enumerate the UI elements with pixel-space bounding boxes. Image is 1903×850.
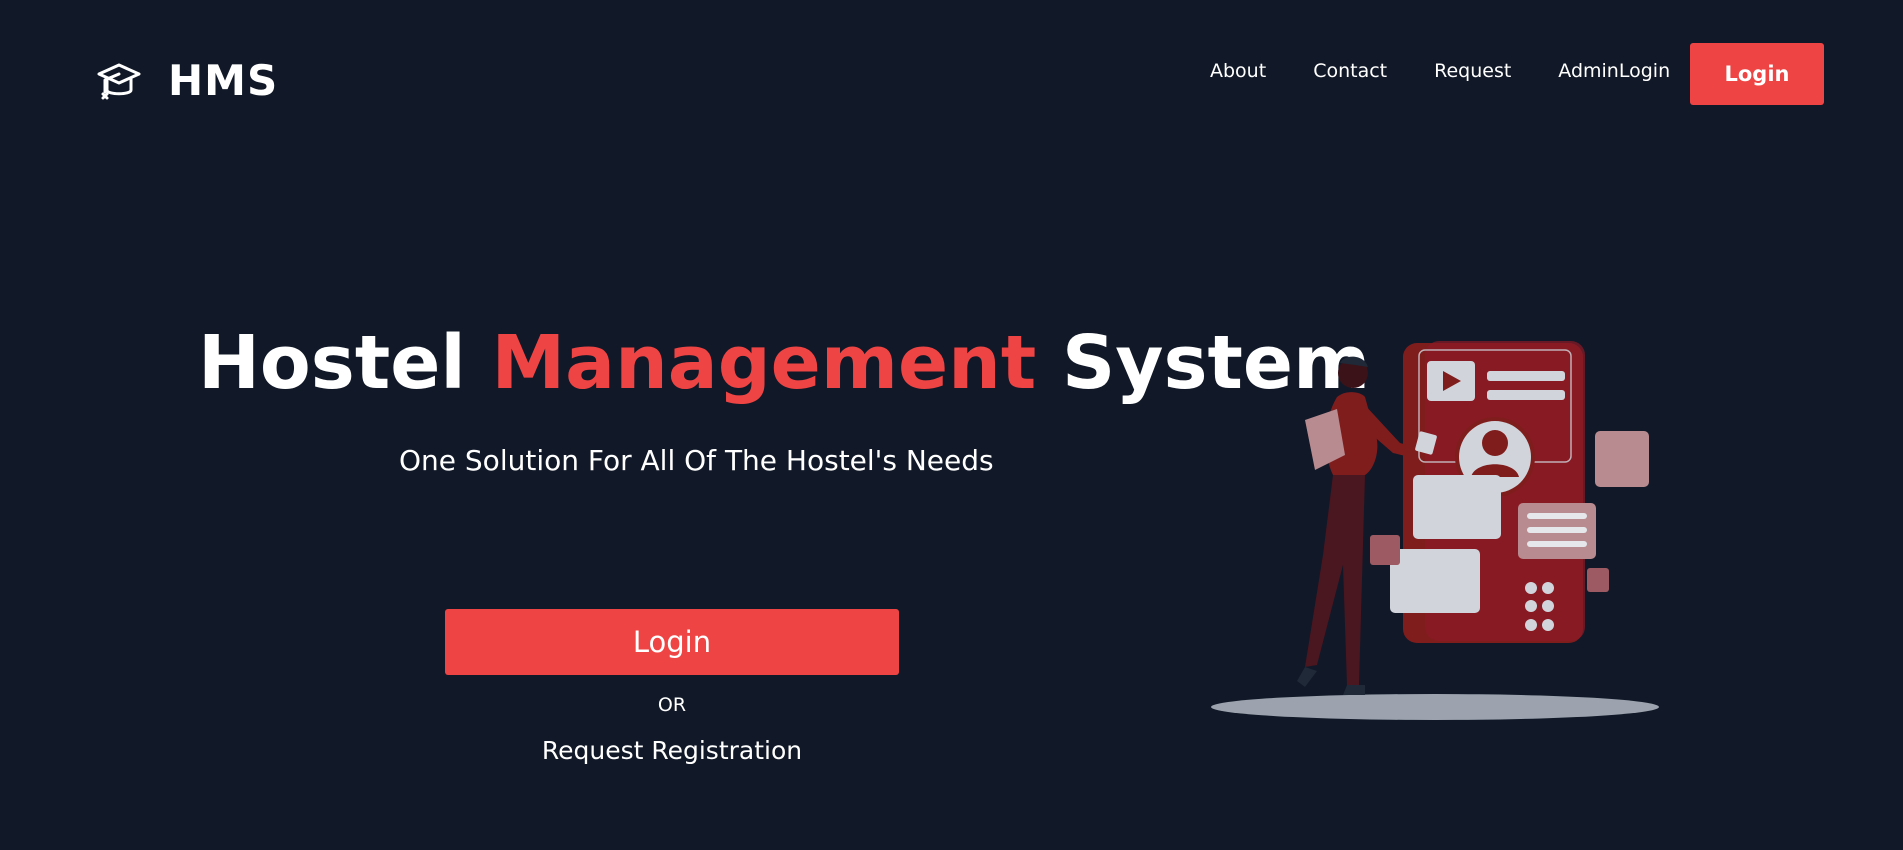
hero-login-button[interactable]: Login	[445, 609, 899, 675]
hero-title-part1: Hostel	[198, 320, 492, 406]
hero-subtitle: One Solution For All Of The Hostel's Nee…	[399, 444, 994, 477]
brand[interactable]: HMS	[96, 56, 278, 105]
nav-link-request[interactable]: Request	[1434, 60, 1511, 82]
nav-link-admin-login[interactable]: AdminLogin	[1558, 60, 1670, 82]
request-registration-link[interactable]: Request Registration	[445, 736, 899, 765]
nav-link-about[interactable]: About	[1210, 60, 1266, 82]
brand-name: HMS	[168, 56, 279, 105]
nav-link-contact[interactable]: Contact	[1313, 60, 1387, 82]
hero-title-accent: Management	[491, 320, 1037, 406]
graduation-cap-icon	[96, 58, 142, 104]
hero-illustration	[1205, 335, 1665, 730]
nav-links: About Contact Request AdminLogin	[1210, 60, 1717, 82]
hero-title: Hostel Management System	[198, 320, 1370, 406]
navbar: HMS About Contact Request AdminLogin Log…	[0, 0, 1903, 150]
or-divider-text: OR	[657, 694, 687, 716]
nav-login-button[interactable]: Login	[1690, 43, 1824, 105]
